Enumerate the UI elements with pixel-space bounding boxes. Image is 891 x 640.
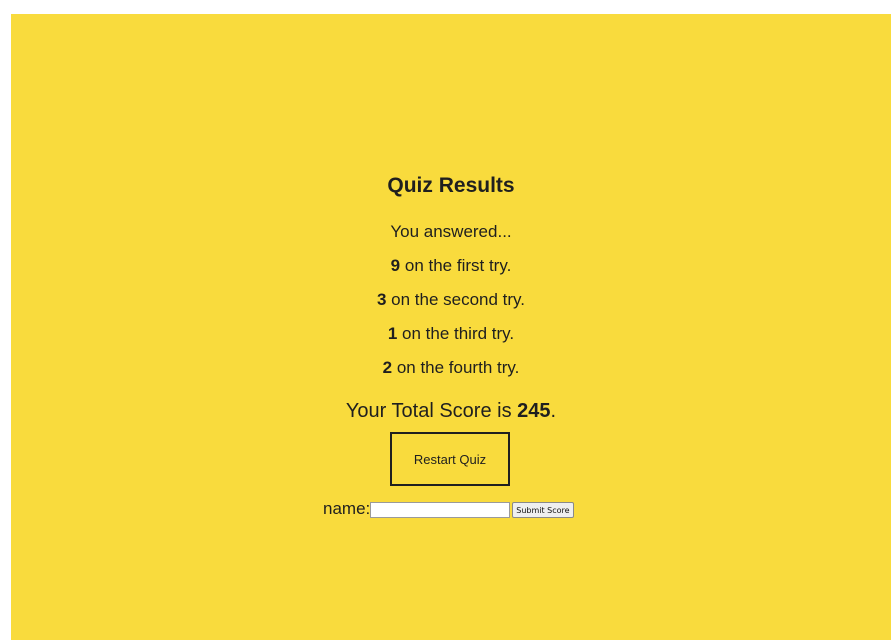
try-line-second: 3 on the second try. [11, 283, 891, 317]
quiz-results-screen: Quiz Results You answered... 9 on the fi… [11, 14, 891, 640]
name-label: name: [323, 499, 371, 518]
try-text: on the first try. [400, 256, 512, 275]
results-title: Quiz Results [387, 174, 515, 197]
try-text: on the fourth try. [392, 358, 520, 377]
intro-text: You answered... [390, 222, 512, 241]
try-text: on the third try. [397, 324, 515, 343]
results-panel: Quiz Results You answered... 9 on the fi… [11, 172, 891, 425]
total-score-suffix: . [550, 400, 557, 422]
try-count: 1 [387, 324, 398, 343]
try-text: on the second try. [386, 290, 526, 309]
name-input[interactable] [370, 502, 511, 518]
try-count: 2 [382, 358, 393, 377]
total-score-prefix: Your Total Score is [345, 400, 518, 422]
restart-quiz-button[interactable]: Restart Quiz [390, 432, 510, 486]
total-score-line: Your Total Score is 245. [11, 397, 891, 425]
try-count: 9 [390, 256, 401, 275]
try-line-fourth: 2 on the fourth try. [11, 351, 891, 385]
submit-score-button[interactable]: Submit Score [512, 502, 574, 518]
try-line-third: 1 on the third try. [11, 317, 891, 351]
total-score-value: 245 [517, 400, 551, 422]
score-submit-form: name: Submit Score [323, 499, 574, 519]
try-line-first: 9 on the first try. [11, 249, 891, 283]
try-count: 3 [376, 290, 387, 309]
